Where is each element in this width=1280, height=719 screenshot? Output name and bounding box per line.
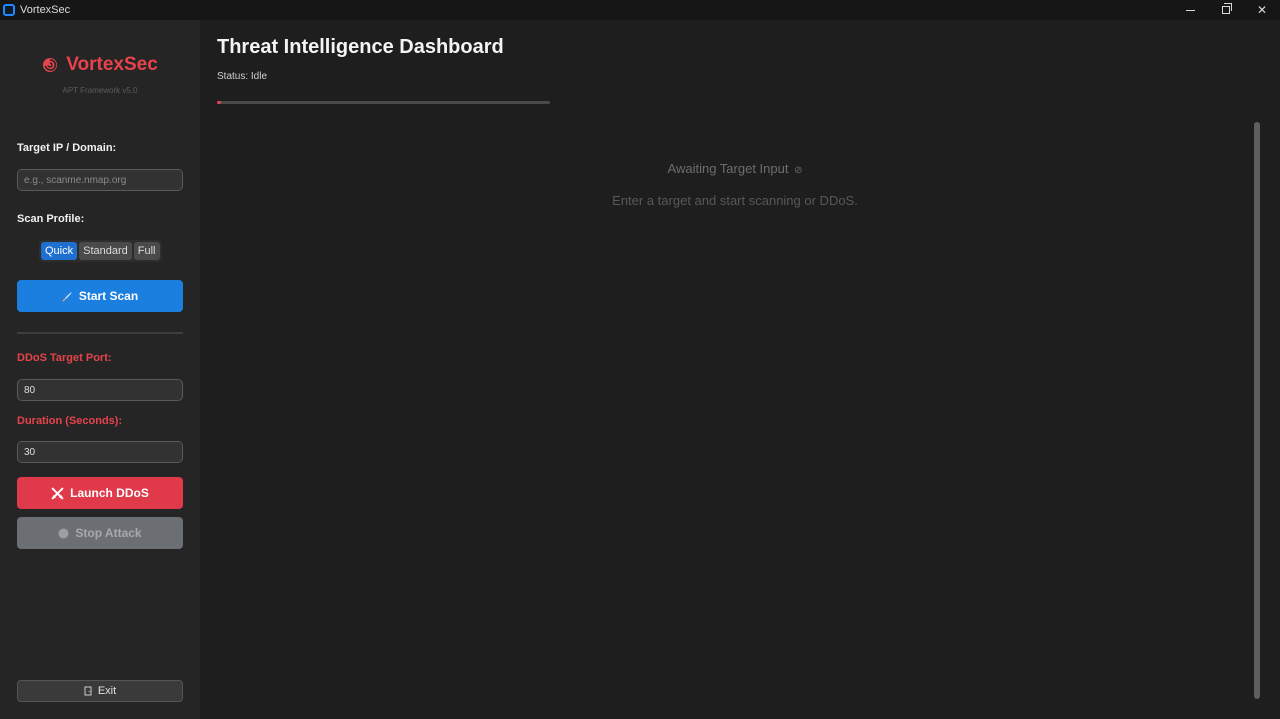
empty-state-title: Awaiting Target Input ⊘ bbox=[620, 161, 850, 176]
stop-attack-label: Stop Attack bbox=[75, 526, 142, 540]
ddos-port-label: DDoS Target Port: bbox=[17, 352, 112, 364]
scan-profile-quick[interactable]: Quick bbox=[41, 242, 78, 260]
sidebar: VortexSec APT Framework v5.0 Target IP /… bbox=[0, 20, 200, 719]
empty-state-title-text: Awaiting Target Input bbox=[667, 161, 789, 176]
main-scrollbar[interactable] bbox=[1254, 122, 1260, 699]
door-icon bbox=[84, 686, 92, 696]
duration-input[interactable] bbox=[17, 441, 183, 463]
launch-ddos-label: Launch DDoS bbox=[70, 486, 149, 500]
restore-icon bbox=[1222, 3, 1232, 14]
window-controls: ✕ bbox=[1172, 0, 1280, 20]
restore-button[interactable] bbox=[1208, 0, 1244, 20]
exit-button[interactable]: Exit bbox=[17, 680, 183, 702]
close-button[interactable]: ✕ bbox=[1244, 0, 1280, 20]
rocket-icon bbox=[62, 291, 72, 302]
window-title: VortexSec bbox=[20, 4, 71, 16]
rocket-icon: ⊘ bbox=[794, 165, 803, 176]
exit-label: Exit bbox=[97, 685, 117, 697]
scan-profile-standard[interactable]: Standard bbox=[79, 242, 132, 260]
target-input[interactable] bbox=[17, 169, 183, 191]
stop-attack-button[interactable]: Stop Attack bbox=[17, 517, 183, 549]
swirl-icon bbox=[43, 58, 58, 72]
sidebar-divider bbox=[17, 332, 183, 334]
app-icon bbox=[3, 4, 15, 16]
start-scan-label: Start Scan bbox=[78, 289, 139, 303]
target-label: Target IP / Domain: bbox=[17, 142, 117, 154]
minimize-button[interactable] bbox=[1172, 0, 1208, 20]
window-titlebar: VortexSec ✕ bbox=[0, 0, 1280, 20]
stop-circle-icon bbox=[58, 527, 69, 539]
scan-profile-label: Scan Profile: bbox=[17, 213, 85, 225]
duration-label: Duration (Seconds): bbox=[17, 415, 123, 427]
scan-profile-selector: Quick Standard Full bbox=[39, 240, 162, 262]
app-subtitle: APT Framework v5.0 bbox=[62, 86, 138, 95]
scan-profile-full[interactable]: Full bbox=[133, 242, 160, 260]
scan-progress-fill bbox=[217, 101, 221, 104]
crossed-swords-icon bbox=[51, 486, 64, 500]
page-title: Threat Intelligence Dashboard bbox=[217, 36, 504, 58]
start-scan-button[interactable]: Start Scan bbox=[17, 280, 183, 312]
ddos-port-input[interactable] bbox=[17, 379, 183, 401]
launch-ddos-button[interactable]: Launch DDoS bbox=[17, 477, 183, 509]
brand: VortexSec bbox=[0, 54, 200, 76]
minimize-icon bbox=[1185, 9, 1195, 11]
brand-name: VortexSec bbox=[66, 54, 158, 75]
status-text: Status: Idle bbox=[217, 71, 268, 82]
close-icon: ✕ bbox=[1256, 3, 1268, 17]
scan-progress-bar bbox=[217, 101, 550, 104]
empty-state-hint: Enter a target and start scanning or DDo… bbox=[612, 193, 858, 208]
